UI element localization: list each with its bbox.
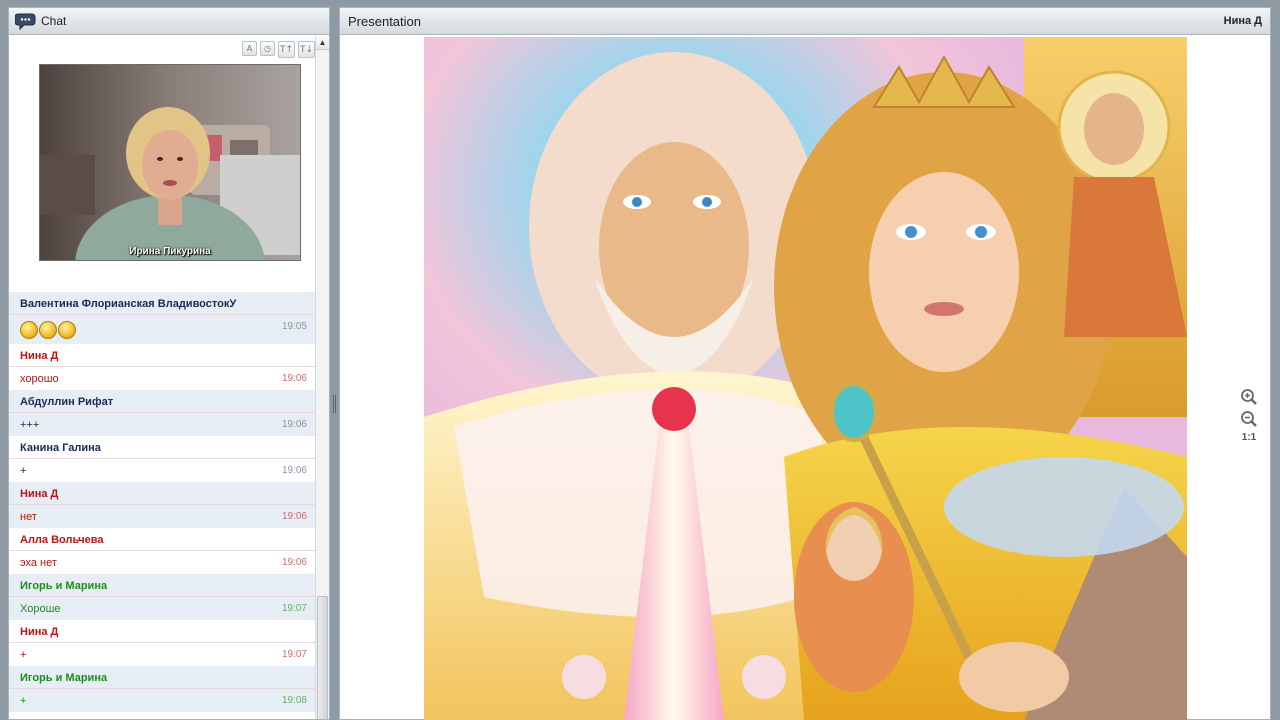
timestamp-button[interactable]: ◷ (260, 41, 275, 56)
message-line: +19:07 (9, 643, 315, 666)
message-author: Игорь и Марина (9, 574, 315, 597)
presentation-slide (424, 37, 1187, 720)
chat-message: Алла Вольчева эха нет 19:06 (9, 528, 315, 574)
message-time: 19:06 (281, 557, 307, 568)
message-text: + (20, 648, 27, 661)
smiley-emoji-icon (58, 320, 76, 339)
chat-message: Нина Д нет 19:06 (9, 482, 315, 528)
chat-body: A ◷ T↑ T↓ Ирина Пикурина Валентина Флори… (9, 36, 329, 719)
chat-header: Chat (9, 8, 329, 35)
message-time: 19:05 (281, 321, 307, 332)
message-text: нет (20, 510, 37, 523)
chat-message: Игорь и Марина Хороше 19:07 (9, 574, 315, 620)
chat-toolbar: A ◷ T↑ T↓ (242, 41, 315, 58)
chat-bubble-icon (15, 13, 36, 31)
chat-title: Chat (41, 14, 67, 28)
webcam-video[interactable]: Ирина Пикурина (39, 64, 301, 261)
message-author: Нина Д (9, 344, 315, 367)
scroll-up-button[interactable]: ▲ (316, 36, 329, 50)
message-text: хорошо (20, 372, 59, 385)
zoom-out-icon[interactable] (1240, 410, 1258, 428)
presentation-header: Presentation Нина Д (340, 8, 1270, 35)
chat-panel: Chat A ◷ T↑ T↓ Ирина Пикурина Валентина … (8, 7, 330, 720)
chat-message-list: Валентина Флорианская ВладивостокУ 19:05 Н… (9, 292, 315, 712)
chat-message: Абдуллин Рифат +++ 19:06 (9, 390, 315, 436)
message-line: эха нет 19:06 (9, 551, 315, 574)
message-line: 19:05 (9, 315, 315, 344)
smiley-emoji-icon (39, 320, 57, 339)
message-author: Нина Д (9, 620, 315, 643)
message-line: нет 19:06 (9, 505, 315, 528)
webcam-username: Ирина Пикурина (129, 246, 211, 257)
message-text: + (20, 694, 27, 707)
message-author: Игорь и Марина (9, 666, 315, 689)
panel-splitter[interactable] (333, 395, 337, 413)
presentation-title: Presentation (348, 13, 421, 29)
zoom-actual-size-button[interactable]: 1:1 (1242, 432, 1256, 443)
message-time: 19:06 (281, 511, 307, 522)
smiley-emoji-icon (20, 320, 38, 339)
message-line: +19:08 (9, 689, 315, 712)
message-line: Хороше 19:07 (9, 597, 315, 620)
font-color-button[interactable]: A (242, 41, 257, 56)
message-time: 19:07 (281, 649, 307, 660)
presenter-name: Нина Д (1223, 15, 1262, 27)
chat-message: Игорь и Марина +19:08 (9, 666, 315, 712)
message-text: +++ (20, 418, 40, 431)
zoom-in-icon[interactable] (1240, 388, 1258, 406)
presentation-panel: Presentation Нина Д 1:1 (339, 7, 1271, 720)
font-decrease-button[interactable]: T↓ (298, 41, 315, 58)
message-time: 19:06 (281, 419, 307, 430)
message-author: Нина Д (9, 482, 315, 505)
message-author: Алла Вольчева (9, 528, 315, 551)
message-time: 19:08 (281, 695, 307, 706)
message-line: +++ 19:06 (9, 413, 315, 436)
message-text: Хороше (20, 602, 61, 615)
scroll-thumb[interactable] (317, 596, 328, 719)
chat-message: Нина Д +19:07 (9, 620, 315, 666)
font-increase-button[interactable]: T↑ (278, 41, 295, 58)
message-line: хорошо 19:06 (9, 367, 315, 390)
chat-message: Канина Галина +19:06 (9, 436, 315, 482)
message-time: 19:07 (281, 603, 307, 614)
message-time: 19:06 (281, 465, 307, 476)
webcam-image (40, 65, 300, 260)
message-text: эха нет (20, 556, 57, 569)
message-time: 19:06 (281, 373, 307, 384)
message-author: Канина Галина (9, 436, 315, 459)
chat-message: Валентина Флорианская ВладивостокУ 19:05 (9, 292, 315, 344)
message-line: +19:06 (9, 459, 315, 482)
slide-artwork (424, 37, 1187, 720)
message-author: Абдуллин Рифат (9, 390, 315, 413)
message-text: + (20, 464, 27, 477)
message-author: Валентина Флорианская ВладивостокУ (9, 292, 315, 315)
chat-message: Нина Д хорошо 19:06 (9, 344, 315, 390)
zoom-controls: 1:1 (1240, 388, 1258, 443)
chat-scrollbar[interactable]: ▲ (315, 36, 329, 719)
